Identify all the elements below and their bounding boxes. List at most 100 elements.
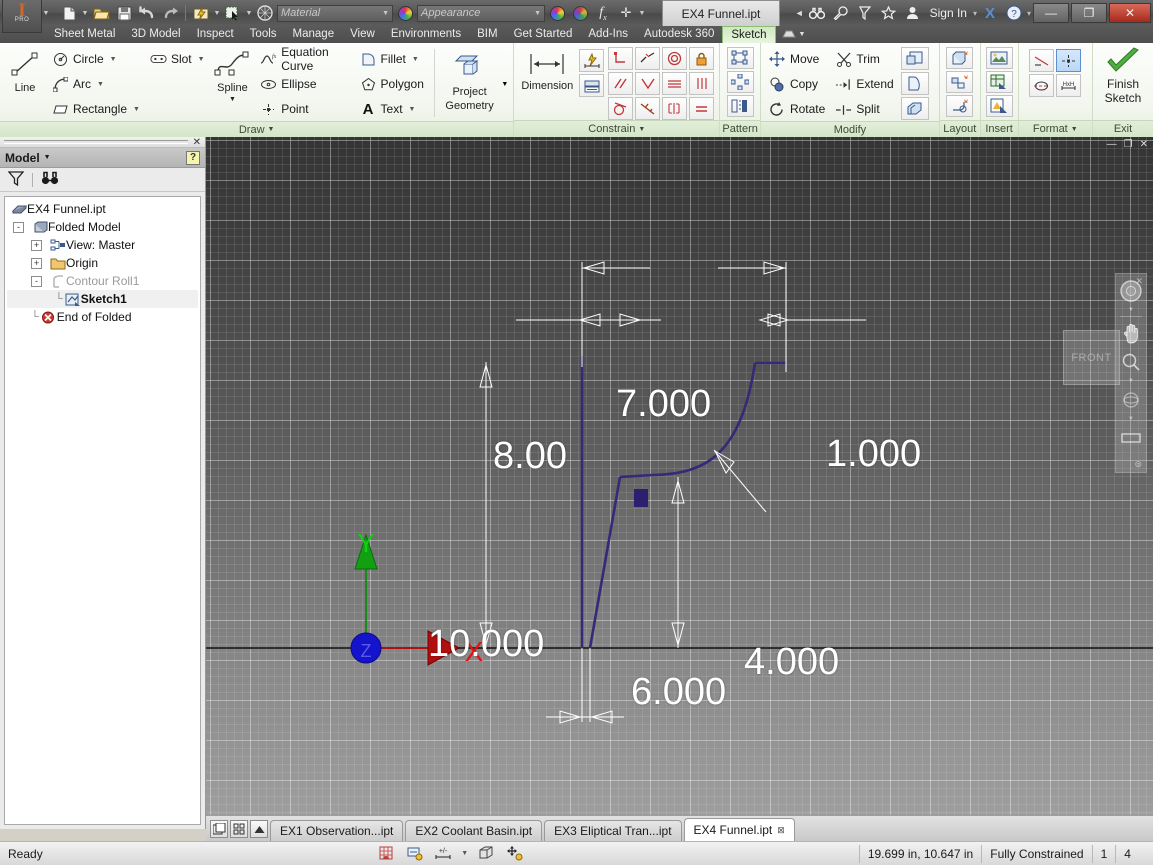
vertical-constraint-button[interactable] — [689, 72, 715, 95]
centerline-button[interactable] — [1029, 74, 1055, 97]
draw-ellipse-button[interactable]: Ellipse — [257, 72, 352, 96]
ribbon-tab-inspect[interactable]: Inspect — [189, 26, 242, 43]
new-file-caret-icon[interactable]: ▼ — [81, 10, 89, 17]
appearance-ball-icon[interactable] — [254, 3, 276, 23]
exchange-apps-icon[interactable]: X — [979, 3, 1001, 23]
ribbon-tab-bim[interactable]: BIM — [469, 26, 505, 43]
construction-line-button[interactable] — [1029, 49, 1055, 72]
mirror-pattern-button[interactable] — [726, 95, 754, 117]
help-search-wrench-icon[interactable] — [830, 3, 852, 23]
parallel-constraint-button[interactable] — [608, 72, 634, 95]
layout-panel-label[interactable]: Layout — [939, 120, 980, 137]
sign-in-button[interactable]: Sign In — [926, 6, 971, 20]
draw-fillet-button[interactable]: Fillet ▼ — [357, 47, 427, 71]
create-connector-button[interactable] — [946, 95, 974, 117]
modify-extend-button[interactable]: Extend — [832, 72, 896, 96]
coincident-constraint-button[interactable] — [608, 47, 634, 70]
offset-button[interactable] — [900, 97, 929, 120]
insert-acad-button[interactable] — [985, 95, 1013, 117]
finish-sketch-button[interactable]: Finish Sketch — [1098, 45, 1148, 105]
filter-icon[interactable] — [7, 170, 25, 189]
document-tab-ex1[interactable]: EX1 Observation...ipt — [270, 820, 404, 841]
project-geometry-caret-icon[interactable]: ▼ — [501, 81, 508, 88]
undo-icon[interactable] — [136, 3, 158, 23]
tree-item-view-master[interactable]: + View: Master — [7, 236, 198, 254]
clear-appearance-icon[interactable] — [569, 3, 591, 23]
canvas-restore-icon[interactable]: ❐ — [1122, 139, 1135, 150]
circular-pattern-button[interactable] — [726, 71, 754, 93]
customer-involvement-icon[interactable] — [854, 3, 876, 23]
auto-dimension-button[interactable] — [579, 49, 605, 72]
draw-rectangle-button[interactable]: Rectangle ▼ — [49, 97, 143, 121]
draw-spline-caret-icon[interactable]: ▼ — [229, 96, 236, 103]
modify-split-button[interactable]: Split — [832, 97, 896, 121]
draw-fillet-caret-icon[interactable]: ▼ — [412, 56, 419, 63]
tree-item-part[interactable]: EX4 Funnel.ipt — [7, 200, 198, 218]
help-caret-icon[interactable]: ▾ — [1027, 9, 1031, 18]
concentric-constraint-button[interactable] — [662, 47, 688, 70]
canvas-close-icon[interactable]: ✕ — [1138, 139, 1150, 150]
browser-help-icon[interactable]: ? — [186, 150, 200, 165]
draw-line-button[interactable]: Line — [5, 47, 45, 94]
draw-text-caret-icon[interactable]: ▼ — [409, 106, 416, 113]
draw-rectangle-caret-icon[interactable]: ▼ — [133, 106, 140, 113]
format-panel-label[interactable]: Format ▼ — [1018, 120, 1092, 137]
appearance-combo[interactable]: Appearance ▼ — [417, 4, 545, 22]
rectangular-pattern-button[interactable] — [726, 47, 754, 69]
ribbon-display-options[interactable]: ▼ — [776, 30, 812, 39]
save-icon[interactable] — [113, 3, 135, 23]
new-file-icon[interactable] — [58, 3, 80, 23]
ribbon-tab-get-started[interactable]: Get Started — [506, 26, 581, 43]
expander-icon[interactable]: - — [31, 275, 42, 287]
scroll-tabs-up-icon[interactable] — [250, 820, 268, 838]
insert-panel-label[interactable]: Insert — [980, 120, 1018, 137]
add-command-icon[interactable]: ✛ — [615, 3, 637, 23]
perpendicular-constraint-button[interactable] — [635, 72, 661, 95]
dimension-value-10000[interactable]: 10.000 — [428, 625, 544, 663]
application-menu-button[interactable]: I PRO — [2, 0, 42, 33]
binoculars-icon[interactable] — [41, 171, 59, 188]
insert-image-button[interactable] — [985, 47, 1013, 69]
modify-copy-button[interactable]: Copy — [766, 72, 828, 96]
tangent-constraint-button[interactable] — [608, 97, 634, 120]
show-constraints-button[interactable] — [579, 74, 605, 97]
material-combo[interactable]: Material ▼ — [277, 4, 393, 22]
dimension-display-icon[interactable] — [405, 845, 425, 863]
search-prev-icon[interactable]: ◄ — [795, 8, 804, 18]
close-button[interactable]: ✕ — [1109, 3, 1151, 23]
centerline-point-button[interactable] — [1056, 49, 1082, 72]
stretch-button[interactable] — [900, 72, 929, 95]
fix-constraint-button[interactable] — [689, 47, 715, 70]
ribbon-tab-environments[interactable]: Environments — [383, 26, 469, 43]
expander-icon[interactable]: + — [31, 239, 42, 251]
modify-rotate-button[interactable]: Rotate — [766, 97, 828, 121]
dimension-button[interactable]: Dimension — [519, 47, 575, 92]
draw-polygon-button[interactable]: Polygon — [357, 72, 427, 96]
appearance-picker-icon[interactable] — [546, 3, 568, 23]
tree-item-contour-roll[interactable]: - Contour Roll1 — [7, 272, 198, 290]
parameters-fx-icon[interactable]: fx — [592, 3, 614, 23]
update-caret-icon[interactable]: ▼ — [213, 10, 221, 17]
draw-spline-button[interactable]: Spline ▼ — [212, 47, 254, 103]
select-icon[interactable] — [222, 3, 244, 23]
ribbon-tab-sketch[interactable]: Sketch — [722, 26, 776, 43]
dimension-value-6000[interactable]: 6.000 — [631, 673, 726, 711]
ribbon-tab-autodesk-360[interactable]: Autodesk 360 — [636, 26, 722, 43]
equal-constraint-button[interactable] — [689, 97, 715, 120]
user-account-icon[interactable] — [902, 3, 924, 23]
draw-slot-button[interactable]: Slot ▼ — [147, 47, 208, 71]
draw-arc-button[interactable]: Arc ▼ — [49, 72, 143, 96]
search-binoculars-icon[interactable] — [806, 3, 828, 23]
expander-icon[interactable]: + — [31, 257, 42, 269]
modify-panel-label[interactable]: Modify — [760, 121, 939, 137]
pattern-panel-label[interactable]: Pattern — [720, 120, 760, 137]
smooth-constraint-button[interactable] — [635, 97, 661, 120]
dimension-value-4000[interactable]: 4.000 — [744, 643, 839, 681]
ribbon-tab-sheet-metal[interactable]: Sheet Metal — [46, 26, 123, 43]
dimension-value-800[interactable]: 8.00 — [493, 437, 567, 475]
tree-item-end-of-folded[interactable]: └ End of Folded — [7, 308, 198, 326]
browser-close-icon[interactable]: ✕ — [193, 137, 201, 148]
draw-arc-caret-icon[interactable]: ▼ — [97, 81, 104, 88]
open-file-icon[interactable] — [90, 3, 112, 23]
constrain-panel-label[interactable]: Constrain ▼ — [514, 120, 720, 137]
